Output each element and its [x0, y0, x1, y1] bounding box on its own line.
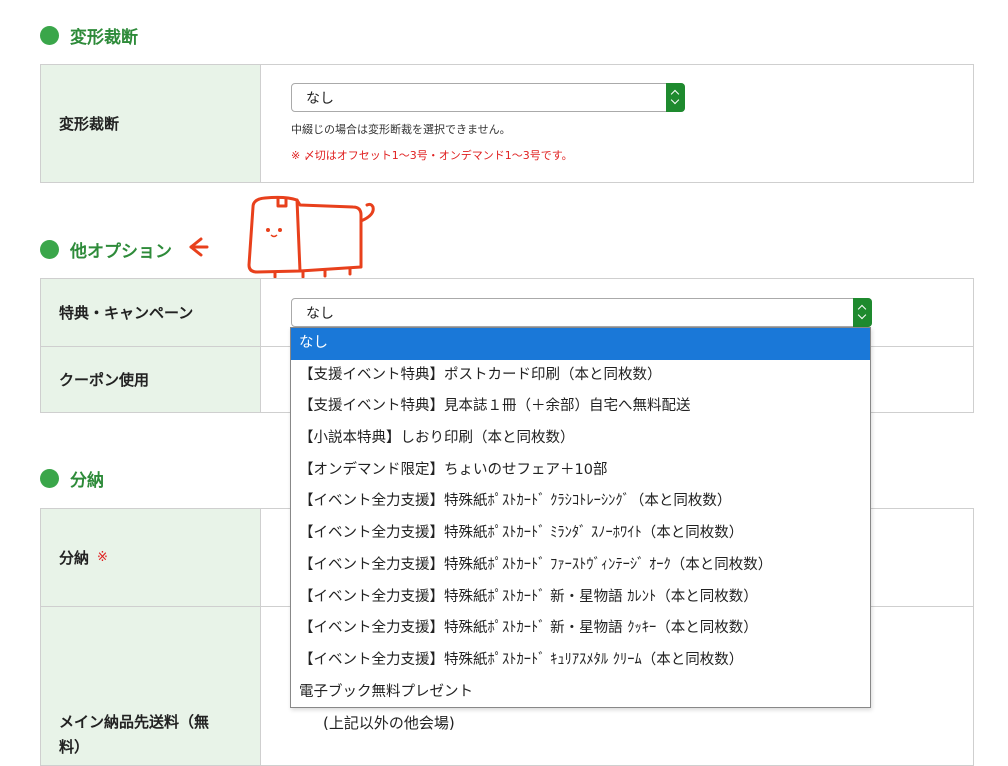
section-title: 分納 [70, 471, 104, 491]
main-delivery-label-line2: 料） [59, 738, 90, 756]
deform-label: 変形裁断 [41, 65, 261, 182]
deform-note: 中綴じの場合は変形断裁を選択できません。 [291, 123, 511, 136]
required-mark: ※ [97, 550, 108, 565]
dropdown-option[interactable]: 電子ブック無料プレゼント [291, 677, 870, 707]
section-heading-options: 他オプション [40, 237, 172, 262]
deform-row: 変形裁断 なし 中綴じの場合は変形断裁を選択できません。 ※ 〆切はオフセット1… [40, 64, 974, 183]
mascot-drawing [189, 195, 375, 279]
dropdown-option[interactable]: なし [291, 328, 870, 360]
deform-deadline-note: ※ 〆切はオフセット1～3号・オンデマンド1～3号です。 [291, 149, 573, 162]
main-delivery-label: メイン納品先送料（無 料） [41, 607, 261, 765]
updown-chevron-icon [666, 83, 685, 112]
main-delivery-label-line1: メイン納品先送料（無 [59, 713, 210, 731]
section-title: 変形裁断 [70, 28, 138, 48]
select-value: なし [306, 90, 334, 107]
select-value: なし [306, 305, 334, 322]
green-dot-icon [40, 469, 59, 488]
section-title: 他オプション [70, 242, 172, 262]
dropdown-option[interactable]: 【小説本特典】しおり印刷（本と同枚数） [291, 423, 870, 455]
deform-select[interactable]: なし [291, 83, 685, 112]
dropdown-option[interactable]: 【支援イベント特典】ポストカード印刷（本と同枚数） [291, 360, 870, 392]
dropdown-option[interactable]: 【イベント全力支援】特殊紙ﾎﾟｽﾄｶｰﾄﾞ ﾐﾗﾝﾀﾞ ｽﾉｰﾎﾜｲﾄ（本と同枚… [291, 518, 870, 550]
section-heading-delivery: 分納 [40, 466, 104, 491]
dropdown-option[interactable]: 【イベント全力支援】特殊紙ﾎﾟｽﾄｶｰﾄﾞ 新・星物語 ｶﾚﾝﾄ（本と同枚数） [291, 582, 870, 614]
dropdown-option[interactable]: 【支援イベント特典】見本誌１冊（＋余部）自宅へ無料配送 [291, 391, 870, 423]
box-cat-mascot [185, 195, 380, 289]
coupon-label: クーポン使用 [41, 347, 261, 412]
green-dot-icon [40, 26, 59, 45]
other-venue-text: (上記以外の他会場) [323, 714, 455, 732]
section-heading-deform: 変形裁断 [40, 23, 138, 48]
dropdown-option[interactable]: 【オンデマンド限定】ちょいのせフェア＋10部 [291, 455, 870, 487]
perk-select[interactable]: なし [291, 298, 872, 327]
dropdown-option[interactable]: 【イベント全力支援】特殊紙ﾎﾟｽﾄｶｰﾄﾞ ｸﾗｼｺﾄﾚｰｼﾝｸﾞ（本と同枚数） [291, 486, 870, 518]
dropdown-option[interactable]: 【イベント全力支援】特殊紙ﾎﾟｽﾄｶｰﾄﾞ ｷｭﾘｱｽﾒﾀﾙ ｸﾘｰﾑ（本と同枚… [291, 645, 870, 677]
perk-dropdown-list[interactable]: なし 【支援イベント特典】ポストカード印刷（本と同枚数） 【支援イベント特典】見… [290, 327, 871, 708]
green-dot-icon [40, 240, 59, 259]
updown-chevron-icon [853, 298, 872, 327]
dropdown-option[interactable]: 【イベント全力支援】特殊紙ﾎﾟｽﾄｶｰﾄﾞ ﾌｧｰｽﾄｳﾞｨﾝﾃｰｼﾞ ｵｰｸ（… [291, 550, 870, 582]
delivery-label: 分納 ※ [41, 509, 261, 606]
delivery-label-text: 分納 [59, 549, 90, 567]
dropdown-option[interactable]: 【イベント全力支援】特殊紙ﾎﾟｽﾄｶｰﾄﾞ 新・星物語 ｸｯｷｰ（本と同枚数） [291, 613, 870, 645]
perk-label: 特典・キャンペーン [41, 279, 261, 346]
